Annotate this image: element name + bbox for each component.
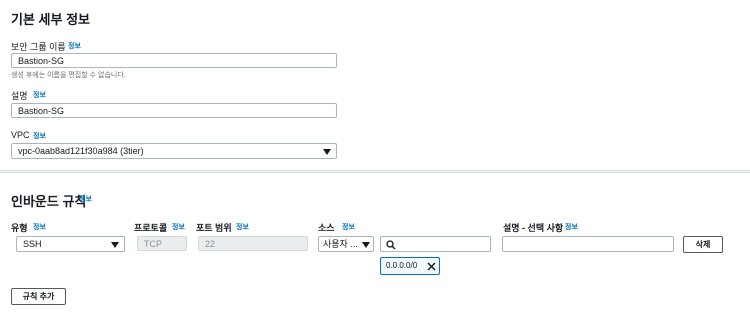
sg-name-label: 보안 그룹 이름 <box>11 42 66 52</box>
rule-source-type-select[interactable]: 사용자 ... <box>318 236 374 252</box>
type-info-link[interactable]: 정보 <box>33 222 46 232</box>
vpc-select-value: vpc-0aab8ad121f30a984 (3tier) <box>18 146 144 156</box>
sg-name-hint: 생성 후에는 이름을 편집할 수 없습니다. <box>11 72 126 79</box>
close-icon[interactable] <box>427 262 436 271</box>
search-icon <box>386 240 396 250</box>
inbound-rules-panel: 인바운드 규칙 정보 유형 정보 프로토콜 정보 포트 범위 정보 소스 정보 … <box>0 172 750 315</box>
delete-rule-button[interactable]: 삭제 <box>683 236 723 253</box>
protocol-info-link[interactable]: 정보 <box>172 222 185 232</box>
inbound-rules-info-link[interactable]: 정보 <box>79 194 92 204</box>
type-header: 유형 <box>11 223 28 233</box>
description-input[interactable]: Bastion-SG <box>11 103 337 118</box>
rule-description-header: 설명 - 선택 사항 <box>503 223 564 233</box>
rule-source-search-input[interactable] <box>380 236 491 252</box>
rule-description-input[interactable] <box>502 236 674 252</box>
source-info-link[interactable]: 정보 <box>342 222 355 232</box>
basic-details-panel: 기본 세부 정보 보안 그룹 이름 정보 Bastion-SG 생성 후에는 이… <box>0 0 750 171</box>
sg-name-input[interactable]: Bastion-SG <box>11 53 337 68</box>
caret-down-icon <box>362 242 370 248</box>
description-label: 설명 <box>11 91 28 101</box>
vpc-select[interactable]: vpc-0aab8ad121f30a984 (3tier) <box>11 143 337 159</box>
rule-type-value: SSH <box>23 239 42 249</box>
port-range-header: 포트 범위 <box>196 223 232 233</box>
rule-type-select[interactable]: SSH <box>16 236 125 252</box>
vpc-info-link[interactable]: 정보 <box>33 131 46 141</box>
add-rule-button[interactable]: 규칙 추가 <box>11 288 66 305</box>
port-range-info-link[interactable]: 정보 <box>236 222 249 232</box>
protocol-header: 프로토콜 <box>134 223 168 233</box>
caret-down-icon <box>323 149 331 155</box>
rule-description-info-link[interactable]: 정보 <box>565 222 578 232</box>
inbound-rules-title: 인바운드 규칙 <box>11 194 87 209</box>
source-token: 0.0.0.0/0 <box>380 257 440 275</box>
rule-port-range-field: 22 <box>198 236 308 251</box>
sg-name-info-link[interactable]: 정보 <box>68 41 81 51</box>
basic-details-title: 기본 세부 정보 <box>11 12 90 27</box>
caret-down-icon <box>111 242 119 248</box>
vpc-label: VPC <box>11 130 30 140</box>
source-header: 소스 <box>318 223 335 233</box>
source-token-label: 0.0.0.0/0 <box>386 261 418 270</box>
rule-protocol-field: TCP <box>137 236 187 251</box>
description-info-link[interactable]: 정보 <box>33 90 46 100</box>
rule-source-type-value: 사용자 ... <box>323 239 358 249</box>
